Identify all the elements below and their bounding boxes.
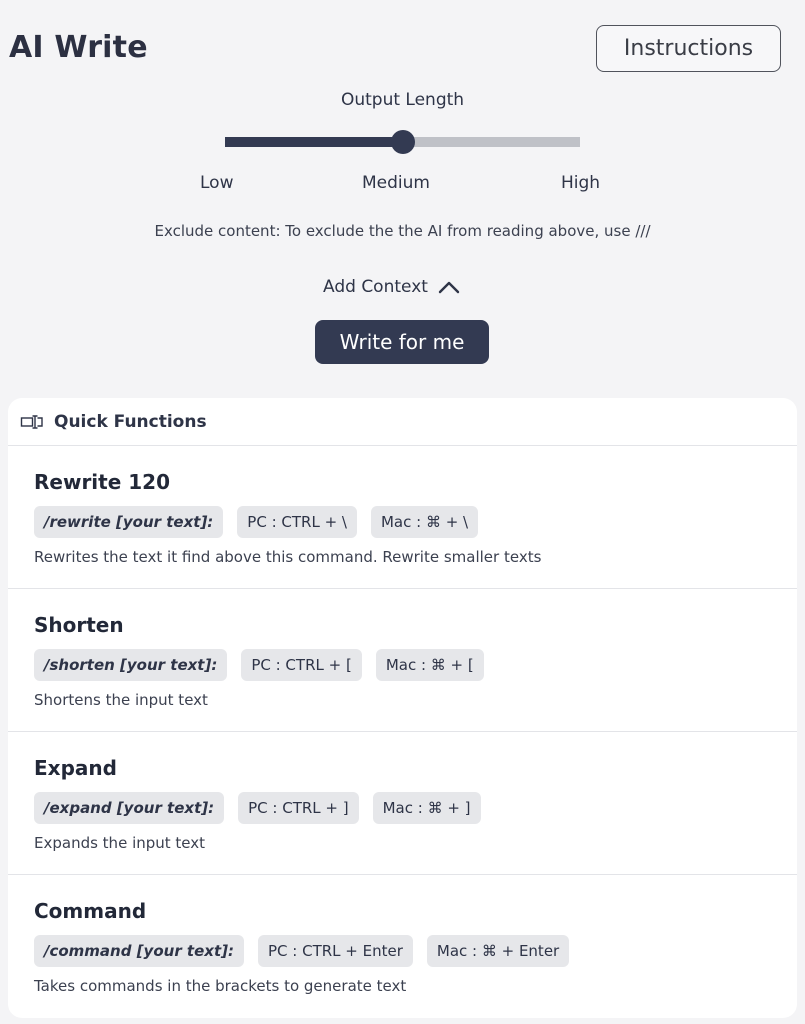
function-command: Command /command [your text]: PC : CTRL … [8,875,797,1018]
function-title: Expand [34,756,117,780]
mac-shortcut-chip: Mac : ⌘ + \ [370,506,479,538]
command-chip[interactable]: /expand [your text]: [34,792,225,824]
function-description: Takes commands in the brackets to genera… [34,977,407,995]
quick-functions-panel: Quick Functions Rewrite 120 /rewrite [yo… [8,398,797,1018]
mac-shortcut-chip: Mac : ⌘ + [ [375,649,484,681]
function-title: Rewrite 120 [34,470,170,494]
function-shorten: Shorten /shorten [your text]: PC : CTRL … [8,589,797,732]
tick-low[interactable]: Low [200,173,233,193]
app-title: AI Write [9,30,148,65]
function-description: Shortens the input text [34,691,208,709]
pc-shortcut-chip: PC : CTRL + Enter [257,935,413,967]
mac-shortcut-chip: Mac : ⌘ + ] [372,792,481,824]
function-expand: Expand /expand [your text]: PC : CTRL + … [8,732,797,875]
pc-shortcut-chip: PC : CTRL + \ [237,506,357,538]
command-chip[interactable]: /command [your text]: [34,935,244,967]
instructions-button[interactable]: Instructions [596,25,781,72]
text-cursor-icon [20,414,43,429]
tick-medium[interactable]: Medium [362,173,430,193]
function-chips: /expand [your text]: PC : CTRL + ] Mac :… [34,792,797,824]
function-chips: /shorten [your text]: PC : CTRL + [ Mac … [34,649,797,681]
quick-functions-header: Quick Functions [8,398,797,446]
exclude-content-note: Exclude content: To exclude the the AI f… [154,222,651,240]
function-title: Shorten [34,613,124,637]
function-description: Rewrites the text it find above this com… [34,548,542,566]
pc-shortcut-chip: PC : CTRL + ] [238,792,359,824]
function-chips: /rewrite [your text]: PC : CTRL + \ Mac … [34,506,797,538]
function-description: Expands the input text [34,834,206,852]
function-title: Command [34,899,147,923]
quick-functions-title: Quick Functions [54,411,207,432]
mac-shortcut-chip: Mac : ⌘ + Enter [426,935,570,967]
tick-high[interactable]: High [561,173,600,193]
write-for-me-button[interactable]: Write for me [315,320,489,364]
command-chip[interactable]: /rewrite [your text]: [34,506,224,538]
function-rewrite: Rewrite 120 /rewrite [your text]: PC : C… [8,446,797,589]
output-length-label: Output Length [340,90,465,110]
add-context-toggle[interactable]: Add Context [323,277,460,297]
chevron-up-icon [438,281,460,294]
slider-fill [225,137,403,147]
output-length-slider[interactable] [225,130,580,154]
function-chips: /command [your text]: PC : CTRL + Enter … [34,935,797,967]
add-context-label: Add Context [323,277,428,297]
slider-thumb[interactable] [390,130,415,154]
pc-shortcut-chip: PC : CTRL + [ [241,649,362,681]
command-chip[interactable]: /shorten [your text]: [34,649,228,681]
